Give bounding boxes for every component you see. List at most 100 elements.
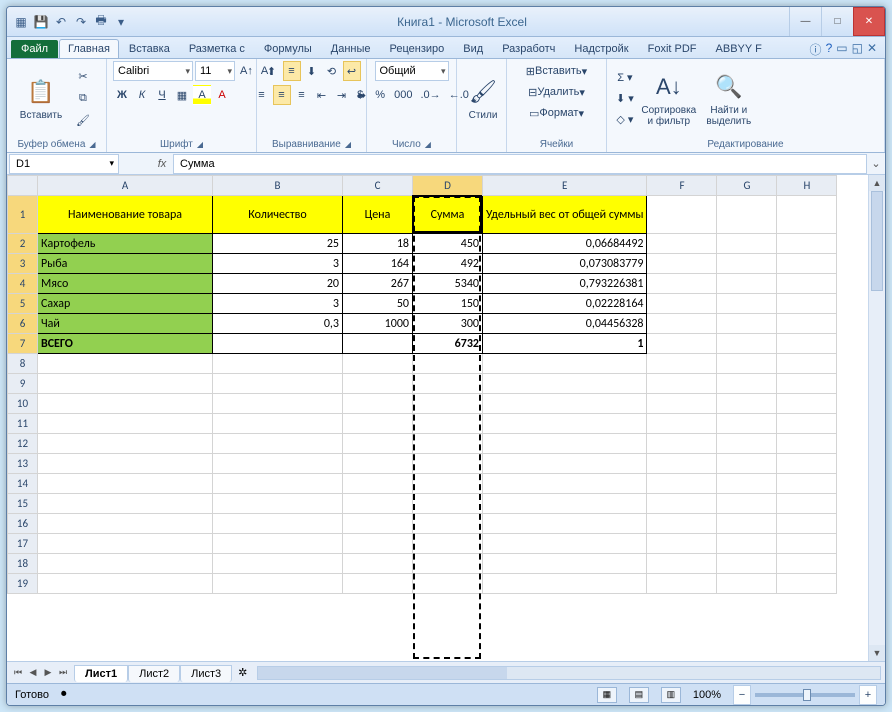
cell-B14[interactable]	[213, 474, 343, 494]
cell-A3[interactable]: Рыба	[38, 254, 213, 274]
new-sheet-icon[interactable]: ✲	[232, 666, 253, 679]
cell-C6[interactable]: 1000	[343, 314, 413, 334]
cell-A10[interactable]	[38, 394, 213, 414]
cell-G1[interactable]	[717, 196, 777, 234]
cell-A6[interactable]: Чай	[38, 314, 213, 334]
cell-D4[interactable]: 5340	[413, 274, 483, 294]
cell-H3[interactable]	[777, 254, 837, 274]
cell-D5[interactable]: 150	[413, 294, 483, 314]
col-header-F[interactable]: F	[647, 176, 717, 196]
cell-G14[interactable]	[717, 474, 777, 494]
cell-B1[interactable]: Количество	[213, 196, 343, 234]
cell-H10[interactable]	[777, 394, 837, 414]
page-layout-view-button[interactable]: ▤	[629, 687, 649, 703]
currency-button[interactable]: $	[351, 85, 369, 105]
cell-H15[interactable]	[777, 494, 837, 514]
cell-G7[interactable]	[717, 334, 777, 354]
copy-button[interactable]: ⧉	[73, 89, 93, 109]
normal-view-button[interactable]: ▦	[597, 687, 617, 703]
cell-E7[interactable]: 1	[483, 334, 647, 354]
cell-D12[interactable]	[413, 434, 483, 454]
cell-A13[interactable]	[38, 454, 213, 474]
select-all-corner[interactable]	[8, 176, 38, 196]
tab-addins[interactable]: Надстройк	[565, 39, 637, 58]
cell-A17[interactable]	[38, 534, 213, 554]
cell-B11[interactable]	[213, 414, 343, 434]
cell-A2[interactable]: Картофель	[38, 234, 213, 254]
cell-F4[interactable]	[647, 274, 717, 294]
cell-B2[interactable]: 25	[213, 234, 343, 254]
macro-record-icon[interactable]: ⏺	[61, 688, 67, 701]
cell-C11[interactable]	[343, 414, 413, 434]
cell-D15[interactable]	[413, 494, 483, 514]
row-header-19[interactable]: 19	[8, 574, 38, 594]
cell-H2[interactable]	[777, 234, 837, 254]
cell-E8[interactable]	[483, 354, 647, 374]
cell-G11[interactable]	[717, 414, 777, 434]
cell-E5[interactable]: 0,02228164	[483, 294, 647, 314]
fill-color-button[interactable]: A	[193, 85, 211, 105]
clipboard-dialog-icon[interactable]: ◢	[89, 140, 95, 149]
font-color-button[interactable]: A	[213, 85, 231, 105]
tab-view[interactable]: Вид	[454, 39, 492, 58]
row-header-2[interactable]: 2	[8, 234, 38, 254]
tab-data[interactable]: Данные	[322, 39, 380, 58]
cell-D17[interactable]	[413, 534, 483, 554]
cell-B4[interactable]: 20	[213, 274, 343, 294]
cell-E3[interactable]: 0,073083779	[483, 254, 647, 274]
zoom-out-button[interactable]: −	[733, 685, 751, 705]
cell-A8[interactable]	[38, 354, 213, 374]
cell-D18[interactable]	[413, 554, 483, 574]
col-header-H[interactable]: H	[777, 176, 837, 196]
format-painter-button[interactable]: 🖌	[73, 111, 93, 131]
maximize-button[interactable]: □	[821, 7, 853, 36]
align-top-button[interactable]: ⬆	[263, 61, 281, 81]
cell-B3[interactable]: 3	[213, 254, 343, 274]
clear-button[interactable]: ◇ ▾	[613, 110, 637, 130]
cell-A7[interactable]: ВСЕГО	[38, 334, 213, 354]
col-header-E[interactable]: E	[483, 176, 647, 196]
cell-B5[interactable]: 3	[213, 294, 343, 314]
indent-dec-button[interactable]: ⇤	[313, 85, 331, 105]
cell-H12[interactable]	[777, 434, 837, 454]
cell-G19[interactable]	[717, 574, 777, 594]
doc-restore-icon[interactable]: ◱	[852, 41, 863, 58]
formula-input[interactable]: Сумма	[173, 154, 867, 174]
cell-E2[interactable]: 0,06684492	[483, 234, 647, 254]
cell-D19[interactable]	[413, 574, 483, 594]
redo-icon[interactable]: ↷	[73, 14, 89, 30]
autosum-button[interactable]: Σ ▾	[613, 68, 637, 88]
cell-E12[interactable]	[483, 434, 647, 454]
align-middle-button[interactable]: ≡	[283, 61, 301, 81]
cell-A9[interactable]	[38, 374, 213, 394]
cell-H7[interactable]	[777, 334, 837, 354]
cell-H9[interactable]	[777, 374, 837, 394]
cell-H5[interactable]	[777, 294, 837, 314]
cell-D14[interactable]	[413, 474, 483, 494]
cell-F14[interactable]	[647, 474, 717, 494]
zoom-slider[interactable]	[755, 693, 855, 697]
row-header-18[interactable]: 18	[8, 554, 38, 574]
cell-E16[interactable]	[483, 514, 647, 534]
formula-expand-icon[interactable]: ⌄	[867, 157, 885, 170]
cell-G6[interactable]	[717, 314, 777, 334]
tab-nav-next-icon[interactable]: ▶	[41, 667, 55, 678]
align-dialog-icon[interactable]: ◢	[345, 140, 351, 149]
cell-B7[interactable]	[213, 334, 343, 354]
row-header-17[interactable]: 17	[8, 534, 38, 554]
orientation-button[interactable]: ⟲	[323, 61, 341, 81]
scroll-down-icon[interactable]: ▼	[869, 645, 885, 661]
font-dialog-icon[interactable]: ◢	[197, 140, 203, 149]
cell-D3[interactable]: 492	[413, 254, 483, 274]
cell-G2[interactable]	[717, 234, 777, 254]
percent-button[interactable]: %	[371, 85, 389, 105]
cell-F7[interactable]	[647, 334, 717, 354]
cell-G8[interactable]	[717, 354, 777, 374]
cell-G10[interactable]	[717, 394, 777, 414]
row-header-3[interactable]: 3	[8, 254, 38, 274]
cell-B10[interactable]	[213, 394, 343, 414]
cell-C19[interactable]	[343, 574, 413, 594]
cell-C18[interactable]	[343, 554, 413, 574]
cell-C17[interactable]	[343, 534, 413, 554]
cell-H1[interactable]	[777, 196, 837, 234]
